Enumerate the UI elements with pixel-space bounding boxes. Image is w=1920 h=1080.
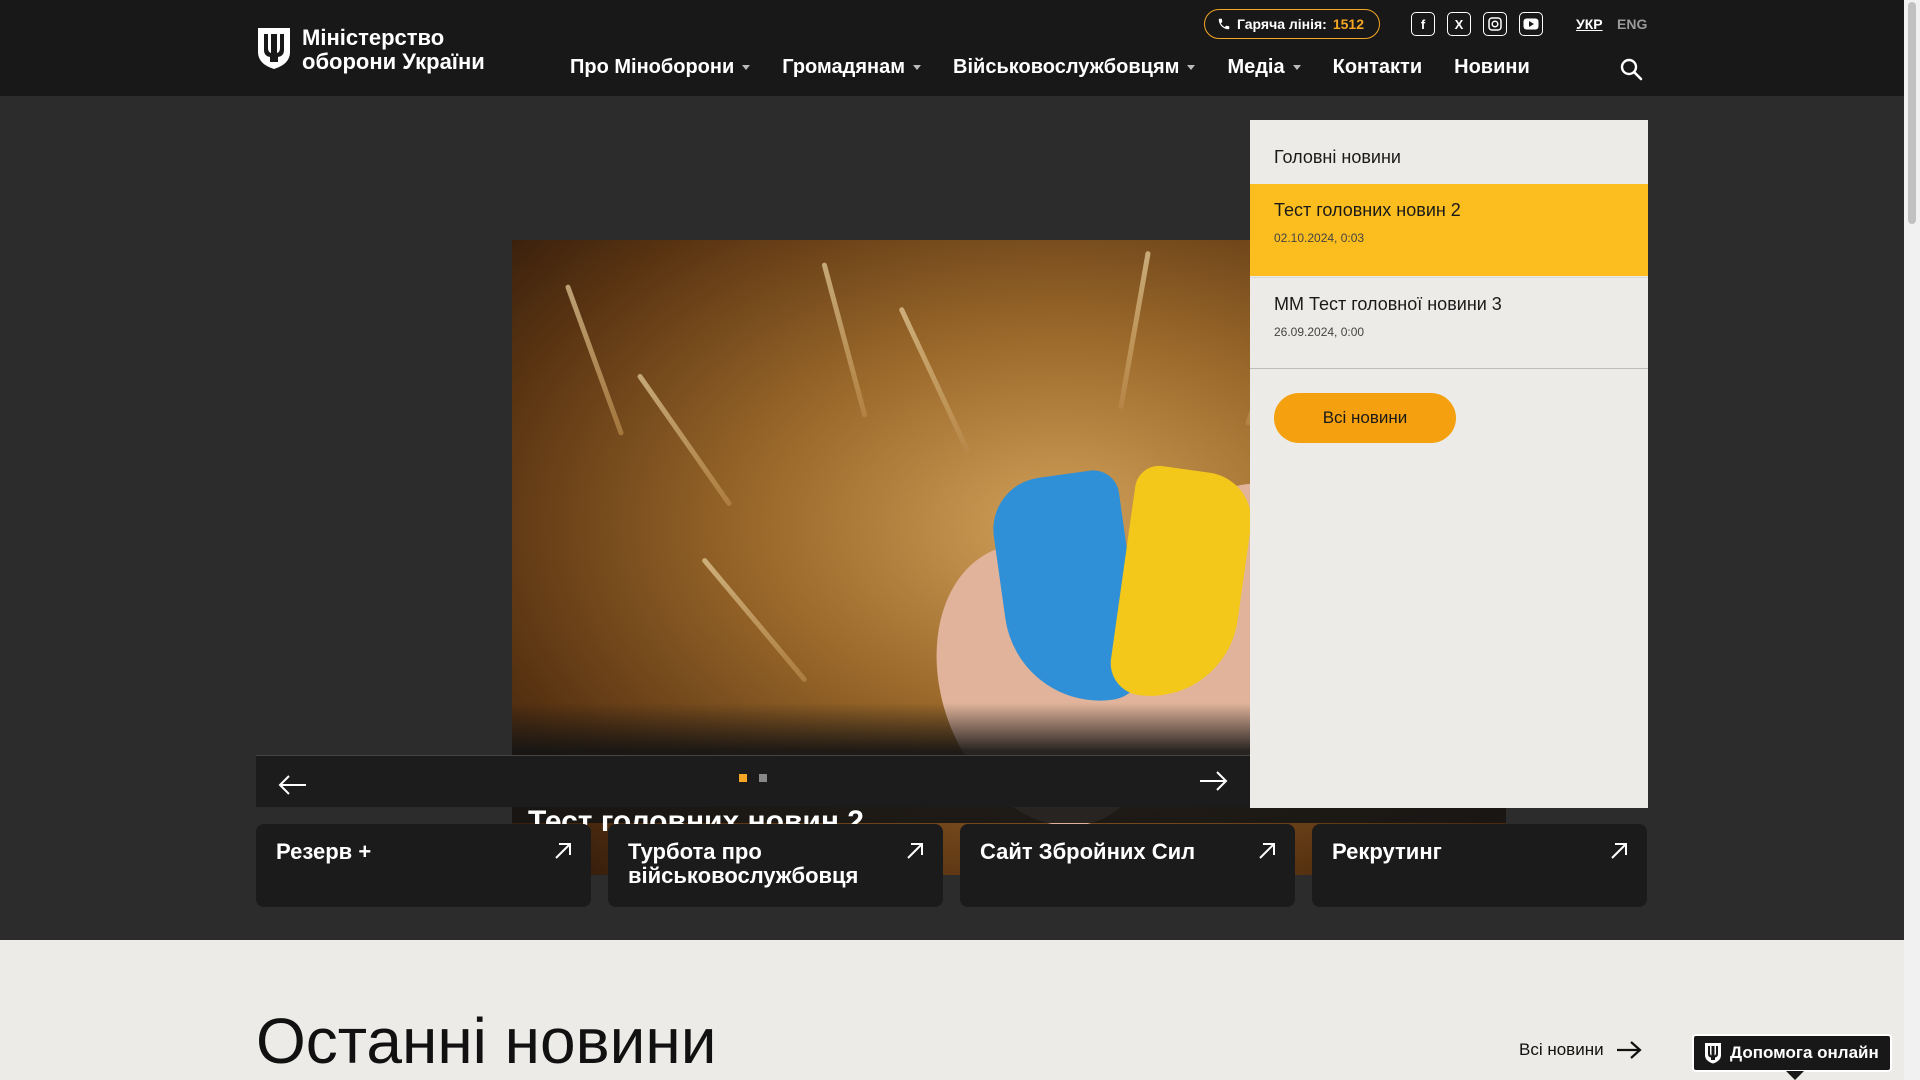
search-icon[interactable]: [1619, 57, 1643, 81]
wheat-stalk: [636, 373, 733, 507]
latest-news-section: Останні новини Всі новини: [0, 940, 1904, 1080]
news-item-title: Тест головних новин 2: [1274, 200, 1461, 220]
nav-label: Контакти: [1332, 56, 1423, 78]
chevron-down-icon: [742, 65, 751, 70]
slider-dots: [739, 774, 767, 782]
main-news-item[interactable]: ММ Тест головної новини 3 26.09.2024, 0:…: [1250, 277, 1648, 369]
nav-label: Військовослужбовцям: [953, 56, 1180, 78]
wheat-stalk: [564, 283, 625, 437]
hotline-label: Гаряча лінія:: [1237, 16, 1327, 32]
quick-link-recruiting[interactable]: Рекрутинг: [1312, 824, 1647, 907]
quick-link-label: Сайт Збройних Сил: [980, 839, 1196, 864]
main-news-item[interactable]: Тест головних новин 2 02.10.2024, 0:03: [1250, 184, 1648, 276]
quick-link-armed-forces[interactable]: Сайт Збройних Сил: [960, 824, 1295, 907]
main-news-panel: Головні новини Тест головних новин 2 02.…: [1250, 120, 1648, 808]
chevron-down-icon: [1292, 65, 1301, 70]
nav-label: Про Міноборони: [570, 56, 735, 78]
logo-text: Міністерство оборони України: [302, 26, 485, 74]
site-header: Міністерство оборони України Гаряча ліні…: [0, 0, 1904, 96]
slider-controls: [256, 755, 1250, 807]
nav-item-news[interactable]: Новини: [1454, 56, 1530, 79]
nav-item-citizens[interactable]: Громадянам: [782, 56, 922, 79]
logo-line-1: Міністерство: [302, 25, 445, 50]
nav-item-media[interactable]: Медіа: [1227, 56, 1301, 79]
news-item-date: 02.10.2024, 0:03: [1274, 231, 1365, 245]
hotline-button[interactable]: Гаряча лінія: 1512: [1204, 9, 1380, 39]
quick-link-care[interactable]: Турбота про військовослужбовця: [608, 824, 943, 907]
instagram-icon[interactable]: [1483, 12, 1507, 36]
latest-all-news-link[interactable]: Всі новини: [1519, 1040, 1642, 1060]
wheat-stalk: [821, 262, 868, 418]
chevron-down-icon: [1187, 65, 1196, 70]
external-link-icon: [1611, 843, 1627, 859]
latest-all-news-label: Всі новини: [1519, 1040, 1604, 1059]
help-online-widget[interactable]: Допомога онлайн: [1692, 1034, 1892, 1080]
wheat-stalk: [701, 557, 808, 683]
hotline-number: 1512: [1332, 16, 1364, 32]
youtube-glyph: [1523, 18, 1539, 30]
social-links: f X: [1411, 12, 1543, 36]
wheat-stalk: [898, 306, 971, 454]
quick-link-label: Турбота про військовослужбовця: [628, 839, 859, 888]
youtube-icon[interactable]: [1519, 12, 1543, 36]
phone-icon: [1218, 18, 1230, 30]
nav-item-contacts[interactable]: Контакти: [1333, 56, 1423, 79]
arrow-right-icon[interactable]: [1198, 770, 1228, 792]
latest-news-title: Останні новини: [256, 1005, 717, 1077]
hero-slider: Тест головних новин 2: [256, 120, 1506, 875]
facebook-icon[interactable]: f: [1411, 12, 1435, 36]
nav-label: Медіа: [1227, 56, 1285, 78]
main-nav: Про Міноборони Громадянам Військовослужб…: [570, 56, 1562, 79]
external-link-icon: [555, 843, 571, 859]
x-twitter-icon[interactable]: X: [1447, 12, 1471, 36]
logo-line-2: оборони України: [302, 49, 485, 74]
quick-link-reserve[interactable]: Резерв +: [256, 824, 591, 907]
nav-label: Громадянам: [782, 56, 906, 78]
help-online-label: Допомога онлайн: [1730, 1043, 1879, 1062]
quick-link-label: Резерв +: [276, 839, 372, 864]
language-eng[interactable]: ENG: [1617, 16, 1647, 32]
arrow-right-icon: [1616, 1041, 1642, 1059]
external-link-icon: [1259, 843, 1275, 859]
slider-dot-2[interactable]: [759, 774, 767, 782]
slider-dot-1[interactable]: [739, 774, 747, 782]
all-news-button[interactable]: Всі новини: [1274, 393, 1456, 443]
site-logo[interactable]: Міністерство оборони України: [256, 26, 485, 74]
main-news-title: Головні новини: [1274, 147, 1401, 167]
trident-shield-icon: [1705, 1043, 1721, 1064]
scrollbar-thumb[interactable]: [1908, 2, 1916, 224]
news-item-title: ММ Тест головної новини 3: [1274, 294, 1502, 314]
language-ukr[interactable]: УКР: [1576, 16, 1603, 32]
nav-item-servicemen[interactable]: Військовослужбовцям: [953, 56, 1196, 79]
arrow-left-icon[interactable]: [278, 774, 308, 796]
wheat-stalk: [1118, 250, 1151, 410]
nav-label: Новини: [1454, 56, 1530, 78]
news-item-date: 26.09.2024, 0:00: [1274, 325, 1365, 339]
external-link-icon: [907, 843, 923, 859]
quick-links: Резерв + Турбота про військовослужбовця …: [256, 824, 1647, 907]
quick-link-label: Рекрутинг: [1332, 839, 1442, 864]
instagram-glyph: [1488, 17, 1502, 31]
chevron-down-icon: [913, 65, 922, 70]
nav-item-about[interactable]: Про Міноборони: [570, 56, 751, 79]
trident-shield-icon: [258, 28, 290, 69]
page-scrollbar[interactable]: [1904, 0, 1920, 1080]
